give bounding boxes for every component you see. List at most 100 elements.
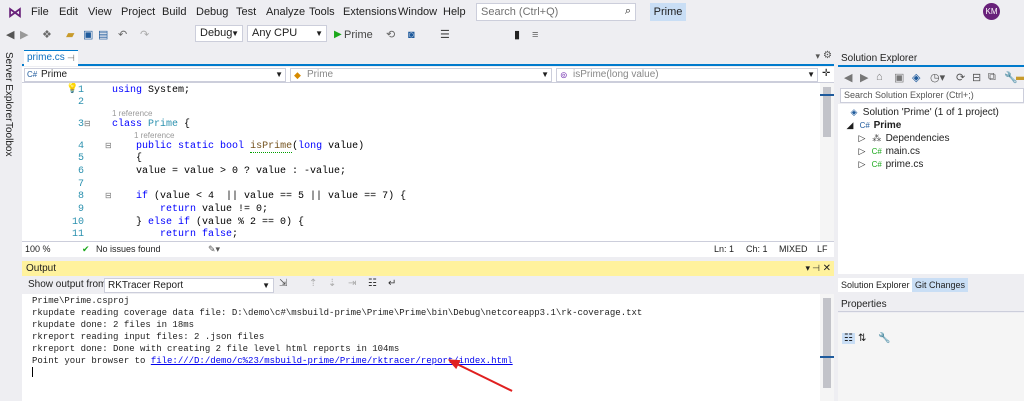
output-source-select[interactable]: RKTracer Report ▼ (104, 278, 274, 293)
vs-logo-icon[interactable]: ⋈ (8, 4, 22, 21)
forward-icon[interactable]: ▶ (860, 71, 868, 84)
issues-status[interactable]: No issues found (96, 242, 161, 256)
play-icon[interactable]: ▶ (334, 27, 342, 43)
menu-extensions[interactable]: Extensions (343, 6, 397, 18)
menu-test[interactable]: Test (236, 6, 256, 18)
pin-icon[interactable]: ⊣ (67, 51, 75, 65)
properties-header: Properties (838, 297, 1024, 312)
code-editor[interactable]: 💡 1 using System; 2 1 reference 3 ⊟ clas… (22, 83, 834, 241)
editor-vertical-scrollbar[interactable] (820, 83, 834, 241)
code-line-4: public static bool isPrime(long value) (136, 141, 365, 153)
tab-git-changes[interactable]: Git Changes (912, 278, 969, 292)
brush-icon[interactable]: ✎▾ (208, 242, 220, 256)
redo-icon[interactable]: ↷ (140, 27, 149, 43)
sync-icon[interactable]: ⟳ (956, 71, 965, 84)
collapse-all-icon[interactable]: ⊟ (972, 71, 981, 84)
dropdown-icon[interactable]: ▾ (805, 261, 810, 276)
back-icon[interactable]: ◀ (6, 27, 14, 43)
solution-name-badge[interactable]: Prime (650, 3, 686, 21)
indent-icon[interactable]: ☰ (440, 27, 450, 43)
tab-label: prime.cs (27, 52, 65, 63)
browser-link-icon[interactable]: ⟲ (386, 27, 395, 43)
tree-item-dependencies[interactable]: ▷ ⁂ Dependencies (856, 133, 950, 144)
menu-help[interactable]: Help (443, 6, 466, 18)
show-all-files-icon[interactable]: ⧉ (988, 71, 996, 84)
menu-project[interactable]: Project (121, 6, 155, 18)
menu-tools[interactable]: Tools (309, 6, 335, 18)
tab-prime-cs[interactable]: prime.cs ⊣ (24, 50, 78, 66)
comment-icon[interactable]: ≡ (532, 27, 538, 43)
clear-all-icon[interactable]: ☷ (368, 278, 377, 289)
output-vertical-scrollbar[interactable] (820, 294, 834, 401)
undo-icon[interactable]: ↶ (118, 27, 127, 43)
switch-views-icon[interactable]: ▣ (894, 71, 904, 84)
alphabetical-icon[interactable]: ⇅ (858, 333, 866, 344)
configuration-select[interactable]: Debug ▼ (195, 25, 243, 42)
menu-file[interactable]: File (31, 6, 49, 18)
menu-window[interactable]: Window (398, 6, 437, 18)
server-explorer-tab[interactable]: Server Explorer (3, 52, 14, 121)
show-output-from-label: Show output from: (28, 279, 110, 290)
platform-select[interactable]: Any CPU ▼ (247, 25, 327, 42)
next-message-icon[interactable]: ⇣ (328, 278, 336, 289)
member-nav-select[interactable]: ⊚ isPrime(long value) ▼ (556, 68, 818, 82)
split-icon[interactable]: ✛ (822, 68, 830, 79)
chevron-down-icon: ▼ (275, 70, 283, 79)
class-nav-select[interactable]: ◆ Prime ▼ (290, 68, 552, 82)
history-icon[interactable]: ◷▾ (930, 71, 945, 84)
collapsed-triangle-icon: ▷ (858, 133, 866, 143)
bookmark-icon[interactable]: ▮ (514, 27, 520, 43)
dropdown-icon[interactable]: ▾ (815, 51, 820, 62)
menu-debug[interactable]: Debug (196, 6, 228, 18)
line-ending-indicator[interactable]: LF (817, 242, 828, 256)
zoom-level[interactable]: 100 % (25, 242, 51, 256)
property-pages-icon[interactable]: 🔧 (878, 333, 890, 344)
tree-item-main-cs[interactable]: ▷ C# main.cs (856, 146, 920, 157)
avatar[interactable]: KM (983, 3, 1000, 20)
output-text-area[interactable]: Prime\Prime.csproj rkupdate reading cove… (22, 294, 820, 401)
chevron-down-icon: ▼ (807, 70, 815, 79)
tab-mode-indicator[interactable]: MIXED (779, 242, 808, 256)
scroll-thumb[interactable] (823, 298, 831, 388)
forward-icon[interactable]: ▶ (20, 27, 28, 43)
home-icon[interactable]: ⌂ (876, 71, 883, 83)
menu-edit[interactable]: Edit (59, 6, 78, 18)
project-nav-select[interactable]: C# Prime ▼ (24, 68, 286, 82)
categorized-icon[interactable]: ☷ (842, 333, 855, 344)
word-wrap-icon[interactable]: ↵ (388, 278, 396, 289)
codelens-reference[interactable]: 1 reference (134, 131, 174, 140)
save-icon[interactable]: ▣ (83, 27, 93, 43)
collapse-icon[interactable]: ⊟ (105, 191, 112, 200)
previous-message-icon[interactable]: ⇡ (309, 278, 317, 289)
back-icon[interactable]: ◀ (844, 71, 852, 84)
tree-item-solution[interactable]: ◈ Solution 'Prime' (1 of 1 project) (848, 107, 999, 118)
open-folder-icon[interactable]: ▰ (66, 27, 74, 43)
solution-explorer-search-input[interactable]: Search Solution Explorer (Ctrl+;) (840, 88, 1024, 103)
preview-icon[interactable]: ▬ (1016, 71, 1024, 83)
menu-view[interactable]: View (88, 6, 112, 18)
find-message-icon[interactable]: ⇲ (279, 278, 287, 289)
gear-icon[interactable]: ⚙ (823, 50, 832, 61)
collapse-icon[interactable]: ⊟ (84, 119, 91, 128)
collapse-icon[interactable]: ⊟ (105, 141, 112, 150)
check-icon: ✔ (82, 244, 90, 254)
solution-icon[interactable]: ◈ (912, 71, 920, 84)
expanded-triangle-icon: ◢ (846, 120, 854, 130)
save-all-icon[interactable]: ▤ (98, 27, 108, 43)
properties-title: Properties (841, 299, 887, 310)
project-nav-value: Prime (41, 69, 68, 80)
new-project-icon[interactable]: ❖ (42, 27, 52, 43)
tab-solution-explorer[interactable]: Solution Explorer (838, 278, 913, 292)
close-icon[interactable]: ✕ (823, 261, 831, 276)
toolbox-tab[interactable]: Toolbox (3, 122, 14, 156)
tree-item-prime-cs[interactable]: ▷ C# prime.cs (856, 159, 924, 170)
pin-icon[interactable]: ⊣ (812, 261, 820, 276)
screenshot-icon[interactable]: ◙ (408, 27, 415, 43)
menu-analyze[interactable]: Analyze (266, 6, 305, 18)
go-to-message-icon[interactable]: ⇥ (348, 278, 356, 289)
search-input[interactable]: Search (Ctrl+Q) ⌕ (476, 3, 636, 21)
run-button-label[interactable]: Prime (344, 27, 373, 43)
codelens-reference[interactable]: 1 reference (112, 109, 152, 118)
menu-build[interactable]: Build (162, 6, 186, 18)
tree-item-project[interactable]: ◢ C# Prime (844, 120, 902, 131)
